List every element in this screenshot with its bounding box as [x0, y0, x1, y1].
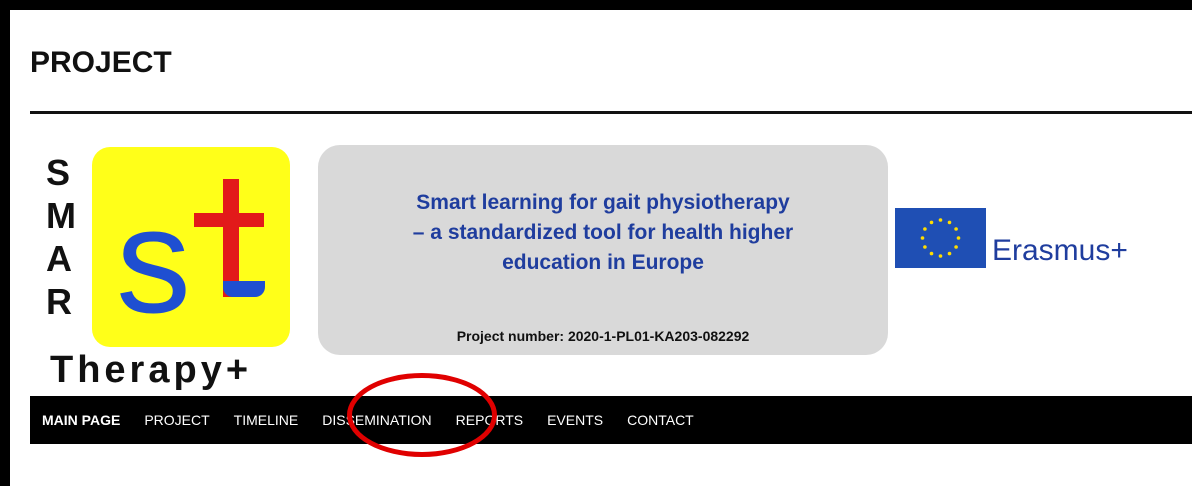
nav-item-dissemination[interactable]: DISSEMINATION	[322, 412, 431, 428]
smart-therapy-logo[interactable]: S M A R s Therapy+	[40, 145, 320, 395]
project-number: Project number: 2020-1-PL01-KA203-082292	[456, 328, 750, 344]
nav-item-reports[interactable]: REPORTS	[456, 412, 523, 428]
nav-item-main-page[interactable]: MAIN PAGE	[42, 412, 120, 428]
erasmus-plus-logo-text: Erasmus+	[992, 234, 1128, 267]
eu-flag-star	[938, 254, 943, 258]
eu-flag-star	[929, 220, 934, 225]
logo-t-base	[223, 281, 265, 297]
banner-title: Smart learning for gait physiotherapy – …	[412, 191, 794, 274]
logo-letters: S M A R	[46, 151, 86, 323]
eu-flag-star	[920, 236, 925, 240]
heading-divider	[30, 111, 1192, 114]
nav-item-timeline[interactable]: TIMELINE	[234, 412, 299, 428]
eu-flag-star	[938, 218, 943, 222]
page-frame: PROJECT S M A R s Therapy+ Smart learnin…	[10, 10, 1192, 486]
project-banner: Smart learning for gait physiotherapy – …	[318, 145, 888, 355]
logo-letter: S	[46, 152, 71, 193]
nav-item-contact[interactable]: CONTACT	[627, 412, 694, 428]
eu-flag-star	[923, 245, 927, 249]
logo-s-glyph: s	[116, 176, 191, 344]
nav-item-project[interactable]: PROJECT	[144, 412, 209, 428]
logo-therapy-text: Therapy+	[50, 349, 253, 391]
main-navigation: MAIN PAGE PROJECT TIMELINE DISSEMINATION…	[30, 396, 1192, 444]
eu-flag-star	[929, 251, 934, 256]
nav-item-events[interactable]: EVENTS	[547, 412, 603, 428]
eu-flag-icon	[895, 208, 986, 268]
logo-t-vertical	[223, 179, 239, 297]
eu-flag-star	[947, 251, 952, 256]
logo-letter: A	[46, 238, 72, 279]
logo-t-horizontal	[194, 213, 264, 227]
logo-letter: M	[46, 195, 76, 236]
logo-letter: R	[46, 281, 72, 322]
eu-flag-star	[956, 236, 961, 240]
eu-flag-star	[923, 227, 927, 231]
eu-flag-star	[954, 227, 958, 231]
eu-flag-star	[954, 245, 958, 249]
page-title: PROJECT	[30, 46, 172, 79]
eu-flag-star	[947, 220, 952, 225]
